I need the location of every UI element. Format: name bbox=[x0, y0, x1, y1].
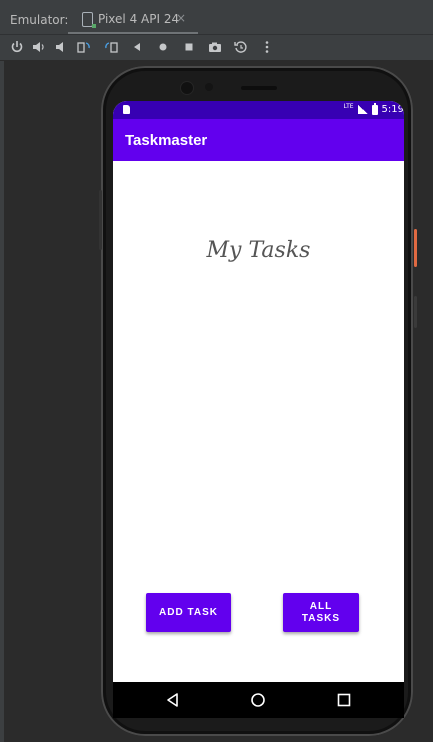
back-triangle-icon[interactable] bbox=[165, 692, 181, 708]
rotate-right-icon[interactable] bbox=[103, 39, 119, 55]
device-tab-label: Pixel 4 API 24 bbox=[98, 12, 180, 26]
app-title: Taskmaster bbox=[125, 132, 208, 149]
left-tool-strip bbox=[0, 61, 4, 742]
network-type: LTE bbox=[343, 103, 354, 110]
camera-icon bbox=[181, 82, 193, 94]
volume-side-button[interactable] bbox=[414, 296, 417, 328]
home-circle-icon[interactable] bbox=[250, 692, 266, 708]
recents-square-icon[interactable] bbox=[336, 692, 352, 708]
overview-icon[interactable] bbox=[181, 39, 197, 55]
status-bar: LTE 5:19 bbox=[113, 101, 404, 119]
rotate-left-icon[interactable] bbox=[76, 39, 92, 55]
add-task-button[interactable]: ADD TASK bbox=[146, 593, 231, 632]
sensor-icon bbox=[205, 83, 213, 91]
signal-icon bbox=[357, 105, 368, 114]
screenshot-icon[interactable] bbox=[207, 39, 223, 55]
power-icon[interactable] bbox=[9, 39, 25, 55]
battery-icon bbox=[371, 102, 378, 115]
close-tab-icon[interactable]: × bbox=[176, 11, 186, 25]
left-side-button bbox=[99, 190, 102, 250]
emulator-label: Emulator: bbox=[10, 13, 69, 27]
all-tasks-button[interactable]: ALL TASKS bbox=[283, 593, 359, 632]
power-side-button[interactable] bbox=[414, 229, 417, 267]
volume-up-icon[interactable] bbox=[31, 39, 47, 55]
device-icon bbox=[82, 12, 96, 28]
app-bar: Taskmaster bbox=[113, 119, 404, 161]
snapshot-icon[interactable] bbox=[233, 39, 249, 55]
sim-card-icon bbox=[123, 105, 130, 114]
page-heading: My Tasks bbox=[206, 238, 311, 263]
volume-down-icon[interactable] bbox=[53, 39, 69, 55]
emulator-toolbar bbox=[0, 35, 433, 61]
earpiece-speaker bbox=[241, 86, 277, 90]
home-icon[interactable] bbox=[155, 39, 171, 55]
device-tab[interactable]: Pixel 4 API 24 × bbox=[68, 8, 198, 34]
clock: 5:19 bbox=[381, 104, 404, 115]
back-icon[interactable] bbox=[129, 39, 145, 55]
device-screen: LTE 5:19 Taskmaster My Tasks ADD TASK AL… bbox=[113, 101, 404, 718]
emulator-header: Emulator: Pixel 4 API 24 × bbox=[0, 0, 433, 35]
navigation-bar bbox=[113, 682, 404, 718]
more-icon[interactable] bbox=[259, 39, 275, 55]
